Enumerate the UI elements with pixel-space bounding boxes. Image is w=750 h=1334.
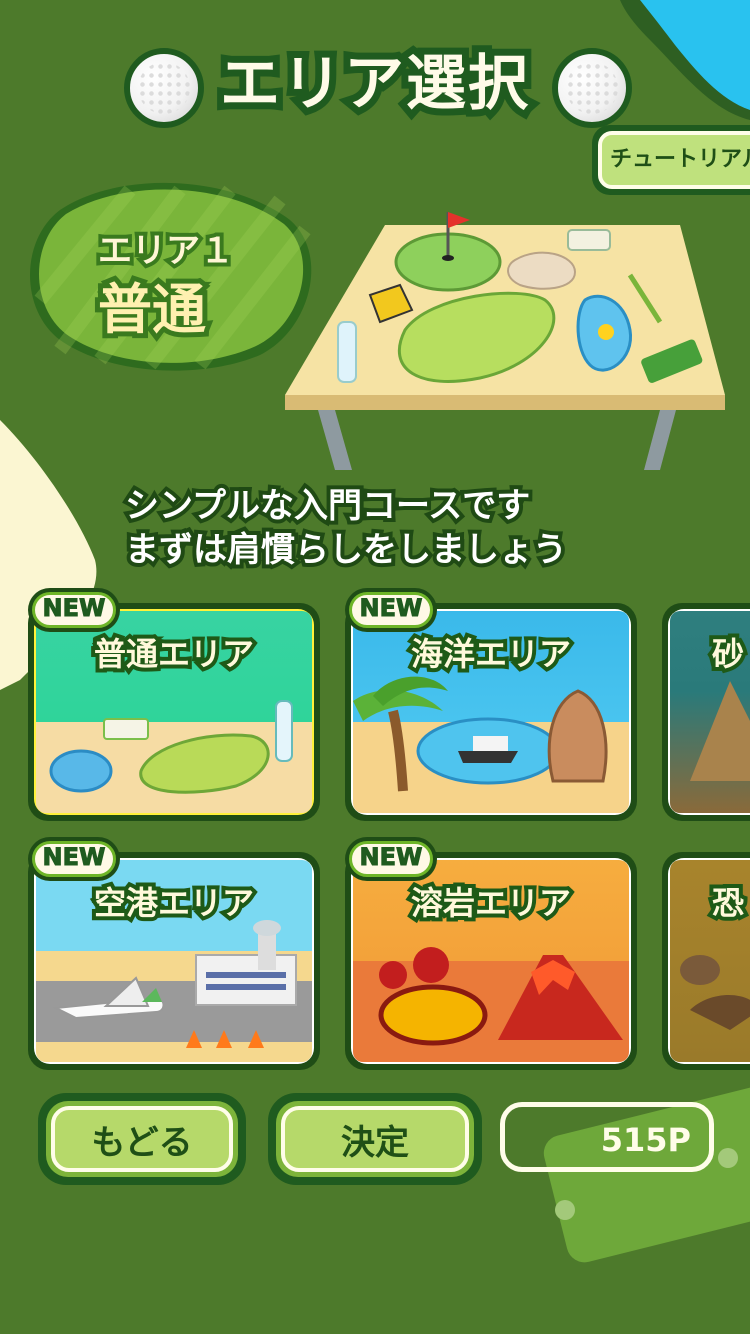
points-display: 515P bbox=[500, 1102, 714, 1172]
new-badge: NEW bbox=[345, 837, 437, 881]
golf-ball-icon bbox=[552, 48, 632, 128]
area-card-title: 溶岩エリア bbox=[407, 880, 575, 926]
area-card-title: 空港エリア bbox=[90, 880, 258, 926]
golf-ball-icon bbox=[124, 48, 204, 128]
tutorial-label: チュートリアル bbox=[610, 147, 750, 172]
new-badge: NEW bbox=[28, 588, 120, 632]
area-card-lava[interactable]: 溶岩エリア bbox=[345, 852, 637, 1070]
area-card-title: 海洋エリア bbox=[407, 631, 575, 677]
back-label: もどる bbox=[91, 1123, 193, 1163]
area-select-screen: エリア選択 チュートリアル エリア１ 普通 シンプルな入門コースです まずは肩慣… bbox=[0, 0, 750, 1334]
area-card-title: 砂 bbox=[708, 631, 748, 677]
back-button[interactable]: もどる bbox=[38, 1093, 246, 1185]
page-title: エリア選択 bbox=[213, 42, 535, 126]
golf-table-illustration bbox=[285, 212, 725, 470]
area-name-label: 普通 bbox=[93, 273, 211, 346]
new-badge: NEW bbox=[345, 588, 437, 632]
area-card-desert[interactable]: 砂 bbox=[662, 603, 750, 821]
new-badge: NEW bbox=[28, 837, 120, 881]
area-card-title: 普通エリア bbox=[90, 631, 258, 677]
area-description-line-1: シンプルな入門コースです bbox=[121, 482, 534, 530]
confirm-label: 決定 bbox=[341, 1123, 409, 1163]
area-card-airport[interactable]: 空港エリア bbox=[28, 852, 320, 1070]
area-card-ocean[interactable]: 海洋エリア bbox=[345, 603, 637, 821]
tutorial-button[interactable]: チュートリアル bbox=[592, 125, 750, 195]
confirm-button[interactable]: 決定 bbox=[268, 1093, 482, 1185]
area-description-line-2: まずは肩慣らしをしましょう bbox=[121, 526, 571, 574]
area-card-title: 恐 bbox=[708, 880, 748, 926]
area-card-dinosaur[interactable]: 恐 bbox=[662, 852, 750, 1070]
points-value: 515P bbox=[600, 1121, 691, 1159]
area-card-normal[interactable]: 普通エリア bbox=[28, 603, 320, 821]
